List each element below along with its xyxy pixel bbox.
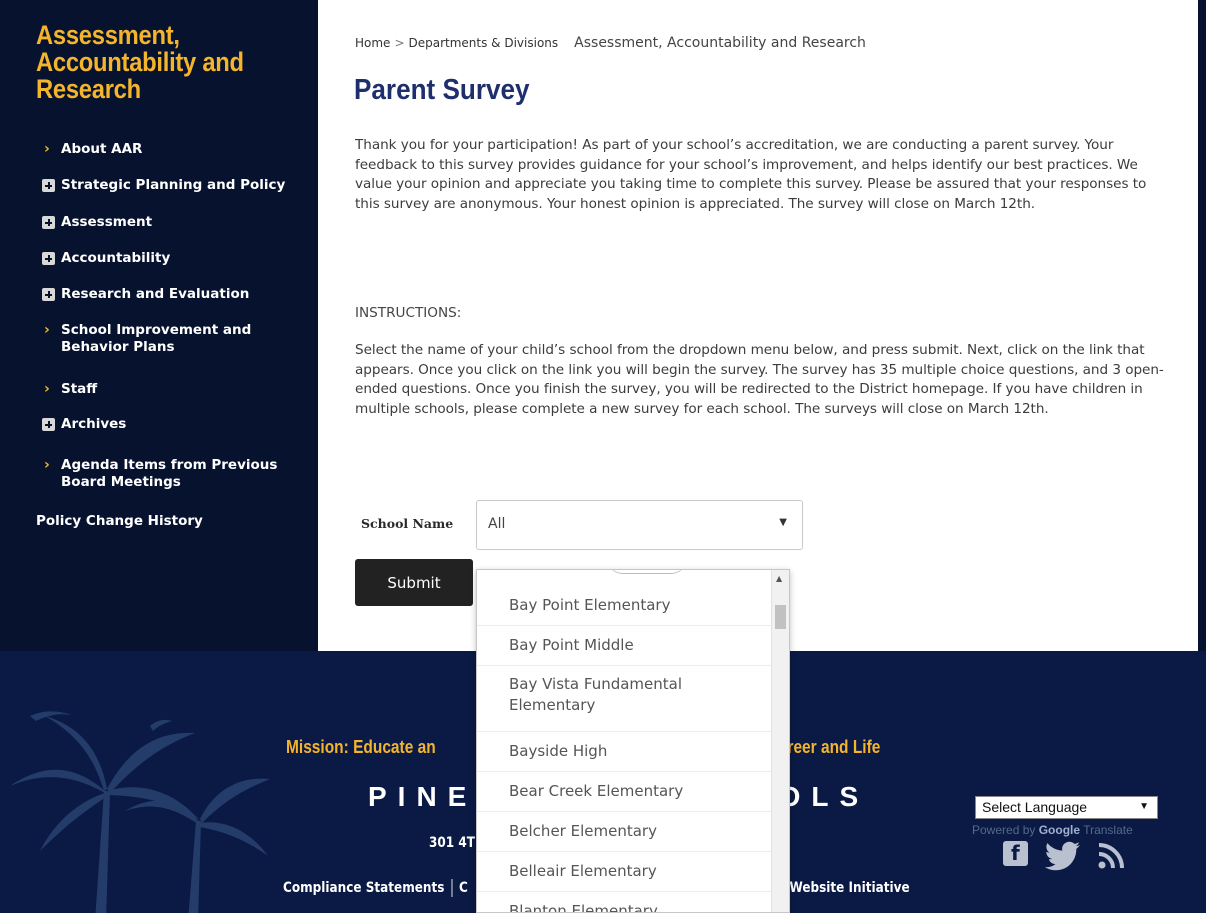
plus-icon[interactable]: [42, 418, 55, 431]
page-title: Parent Survey: [354, 74, 530, 106]
sidebar-item-research-evaluation[interactable]: Research and Evaluation: [42, 286, 310, 303]
submit-button[interactable]: Submit: [355, 559, 473, 606]
compliance-statements-link[interactable]: Compliance Statements: [283, 880, 444, 896]
sidebar-item-strategic-planning[interactable]: Strategic Planning and Policy: [42, 177, 310, 194]
chevron-down-icon: ▼: [1139, 801, 1149, 812]
sidebar-item-accountability[interactable]: Accountability: [42, 250, 310, 267]
sidebar-item-label: Research and Evaluation: [61, 286, 250, 302]
dropdown-option[interactable]: Bear Creek Elementary: [477, 772, 771, 812]
dropdown-option[interactable]: Bay Point Middle: [477, 626, 771, 666]
dropdown-scrollbar[interactable]: ▲: [771, 570, 789, 912]
dropdown-option[interactable]: Bayside High: [477, 732, 771, 772]
chevron-right-icon: ›: [44, 457, 50, 473]
translate-link[interactable]: Translate: [1083, 823, 1133, 837]
palm-trees-image: [10, 711, 270, 913]
sidebar-item-label: School Improvement and Behavior Plans: [61, 322, 252, 355]
main-content: Home > Departments & Divisions Assessment, …: [318, 0, 1198, 651]
sidebar-item-label: About AAR: [61, 141, 143, 157]
breadcrumb-current: Assessment, Accountability and Research: [574, 35, 866, 51]
chevron-right-icon: ›: [44, 322, 50, 338]
footer-link-c[interactable]: C: [459, 880, 468, 896]
dropdown-option[interactable]: Blanton Elementary: [477, 892, 771, 912]
language-select-value: Select Language: [982, 799, 1088, 815]
scrollbar-thumb[interactable]: [775, 605, 786, 629]
breadcrumb-home-link[interactable]: Home: [355, 36, 390, 50]
scrolled-option-partial: [607, 570, 687, 574]
mission-text-left: Mission: Educate an: [286, 737, 436, 757]
chevron-right-icon: ›: [44, 381, 50, 397]
instructions-heading: INSTRUCTIONS:: [355, 305, 462, 321]
powered-by-text: Powered by: [972, 823, 1036, 837]
language-select[interactable]: Select Language ▼: [975, 796, 1158, 819]
chevron-down-icon: ▼: [779, 517, 787, 528]
sidebar-item-staff[interactable]: › Staff: [42, 381, 310, 398]
link-divider: [451, 879, 453, 897]
wordmark-right: OLS: [778, 781, 870, 812]
dropdown-option[interactable]: Belcher Elementary: [477, 812, 771, 852]
sidebar-item-label: Assessment: [61, 214, 153, 230]
plus-icon[interactable]: [42, 288, 55, 301]
scroll-up-arrow-icon[interactable]: ▲: [776, 574, 782, 583]
facebook-icon[interactable]: [1003, 841, 1028, 866]
sidebar-item-archives[interactable]: Archives: [42, 416, 310, 433]
school-select-value: All: [488, 516, 506, 532]
breadcrumb: Home > Departments & Divisions Assessment, …: [355, 35, 866, 51]
intro-paragraph: Thank you for your participation! As par…: [355, 137, 1147, 212]
sidebar-item-school-improvement[interactable]: › School Improvement and Behavior Plans: [42, 322, 282, 356]
sidebar-item-agenda-items[interactable]: › Agenda Items from Previous Board Meeti…: [42, 457, 292, 491]
sidebar-item-label: Accountability: [61, 250, 171, 266]
sidebar-item-label: Staff: [61, 381, 98, 397]
plus-icon[interactable]: [42, 179, 55, 192]
powered-by-google-translate: Powered by Google Translate: [972, 823, 1133, 837]
sidebar-link-policy-change-history[interactable]: Policy Change History: [36, 513, 203, 529]
school-dropdown-list[interactable]: Bay Point Elementary Bay Point Middle Ba…: [476, 569, 790, 913]
sidebar-item-label: Agenda Items from Previous Board Meeting…: [61, 457, 278, 490]
sidebar-item-assessment[interactable]: Assessment: [42, 214, 310, 231]
rss-icon[interactable]: [1098, 843, 1126, 869]
chevron-right-icon: ›: [44, 141, 50, 157]
twitter-icon[interactable]: [1045, 841, 1081, 871]
dropdown-option[interactable]: Bay Vista Fundamental Elementary: [477, 666, 771, 732]
breadcrumb-separator: >: [394, 36, 405, 50]
school-name-label: School Name: [361, 516, 454, 531]
plus-icon[interactable]: [42, 216, 55, 229]
breadcrumb-departments-link[interactable]: Departments & Divisions: [409, 36, 559, 50]
sidebar: Assessment, Accountability and Research …: [0, 0, 318, 660]
plus-icon[interactable]: [42, 252, 55, 265]
google-logo: Google: [1038, 823, 1081, 837]
sidebar-item-label: Archives: [61, 416, 127, 432]
dropdown-option[interactable]: Belleair Elementary: [477, 852, 771, 892]
sidebar-item-about-aar[interactable]: › About AAR: [42, 141, 310, 158]
instructions-paragraph: Select the name of your child’s school f…: [355, 342, 1164, 417]
sidebar-item-label: Strategic Planning and Policy: [61, 177, 286, 193]
school-name-select[interactable]: All ▼: [476, 500, 803, 550]
sidebar-title: Assessment, Accountability and Research: [36, 20, 244, 104]
dropdown-option[interactable]: Bay Point Elementary: [477, 586, 771, 626]
address-left: 301 4T: [429, 835, 475, 851]
